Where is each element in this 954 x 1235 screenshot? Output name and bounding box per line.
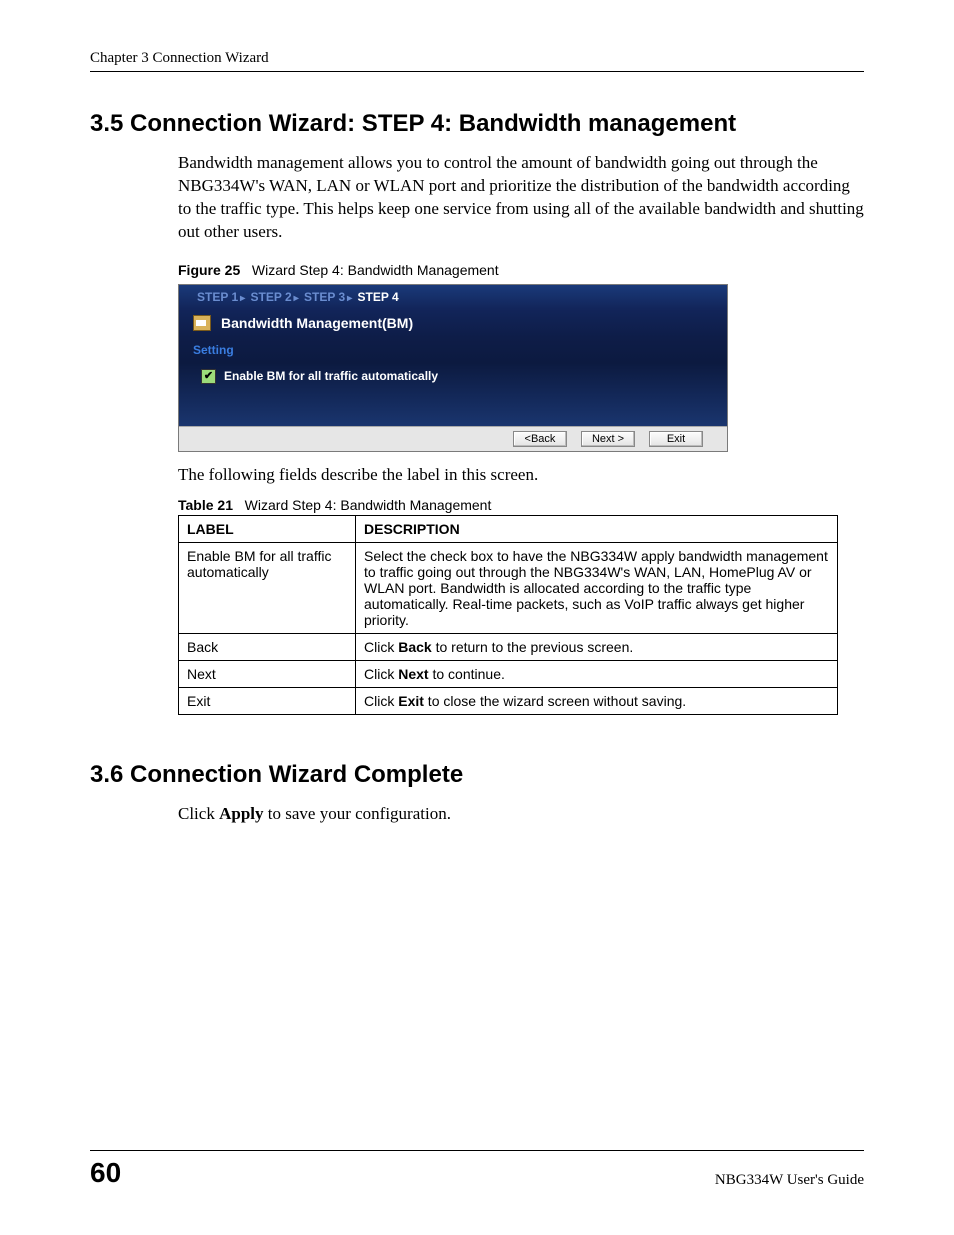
table-21-caption: Table 21 Wizard Step 4: Bandwidth Manage… xyxy=(178,497,864,513)
chevron-right-icon: ▸ xyxy=(294,293,299,304)
table-row: Next Click Next to continue. xyxy=(179,660,838,687)
cell-desc: Click Back to return to the previous scr… xyxy=(356,633,838,660)
table-row: Exit Click Exit to close the wizard scre… xyxy=(179,687,838,714)
cell-label: Next xyxy=(179,660,356,687)
wizard-body: ✔ Enable BM for all traffic automaticall… xyxy=(179,363,727,426)
table-row: Enable BM for all traffic automatically … xyxy=(179,542,838,633)
bandwidth-icon xyxy=(193,315,211,331)
wizard-step-bar: STEP 1▸ STEP 2▸ STEP 3▸ STEP 4 xyxy=(179,285,727,309)
figure-label: Figure 25 xyxy=(178,262,240,278)
step-4-active: STEP 4 xyxy=(358,290,399,304)
step-2: STEP 2 xyxy=(251,290,292,304)
wizard-figure: STEP 1▸ STEP 2▸ STEP 3▸ STEP 4 Bandwidth… xyxy=(178,284,728,452)
th-desc: DESCRIPTION xyxy=(356,515,838,542)
chevron-right-icon: ▸ xyxy=(240,293,245,304)
heading-3-6: 3.6 Connection Wizard Complete xyxy=(90,761,864,789)
th-label: LABEL xyxy=(179,515,356,542)
table-title: Wizard Step 4: Bandwidth Management xyxy=(245,497,492,513)
enable-bm-checkbox[interactable]: ✔ xyxy=(201,369,216,384)
page-footer: 60 NBG334W User's Guide xyxy=(90,1150,864,1189)
cell-desc: Click Exit to close the wizard screen wi… xyxy=(356,687,838,714)
table-head-row: LABEL DESCRIPTION xyxy=(179,515,838,542)
wizard-title-row: Bandwidth Management(BM) xyxy=(179,309,727,337)
cell-label: Enable BM for all traffic automatically xyxy=(179,542,356,633)
chevron-right-icon: ▸ xyxy=(347,293,352,304)
cell-desc: Select the check box to have the NBG334W… xyxy=(356,542,838,633)
cell-label: Back xyxy=(179,633,356,660)
para-after-figure: The following fields describe the label … xyxy=(178,464,864,487)
page: Chapter 3 Connection Wizard 3.5 Connecti… xyxy=(0,0,954,1235)
back-button[interactable]: <Back xyxy=(513,431,567,447)
wizard-footer: <Back Next > Exit xyxy=(179,426,727,451)
cell-desc: Click Next to continue. xyxy=(356,660,838,687)
next-button[interactable]: Next > xyxy=(581,431,635,447)
figure-title: Wizard Step 4: Bandwidth Management xyxy=(252,262,499,278)
exit-button[interactable]: Exit xyxy=(649,431,703,447)
cell-label: Exit xyxy=(179,687,356,714)
wizard-section-setting: Setting xyxy=(179,337,727,363)
para-3-6: Click Apply to save your configuration. xyxy=(178,803,864,826)
wizard-title: Bandwidth Management(BM) xyxy=(221,315,413,331)
para-3-5: Bandwidth management allows you to contr… xyxy=(178,152,864,244)
step-1: STEP 1 xyxy=(197,290,238,304)
guide-name: NBG334W User's Guide xyxy=(715,1172,864,1189)
running-head: Chapter 3 Connection Wizard xyxy=(90,50,864,72)
page-number: 60 xyxy=(90,1157,121,1189)
desc-table: LABEL DESCRIPTION Enable BM for all traf… xyxy=(178,515,838,715)
heading-3-5: 3.5 Connection Wizard: STEP 4: Bandwidth… xyxy=(90,110,864,138)
enable-bm-label: Enable BM for all traffic automatically xyxy=(224,369,438,383)
figure-25-caption: Figure 25 Wizard Step 4: Bandwidth Manag… xyxy=(178,262,864,278)
table-label: Table 21 xyxy=(178,497,233,513)
step-3: STEP 3 xyxy=(304,290,345,304)
table-row: Back Click Back to return to the previou… xyxy=(179,633,838,660)
